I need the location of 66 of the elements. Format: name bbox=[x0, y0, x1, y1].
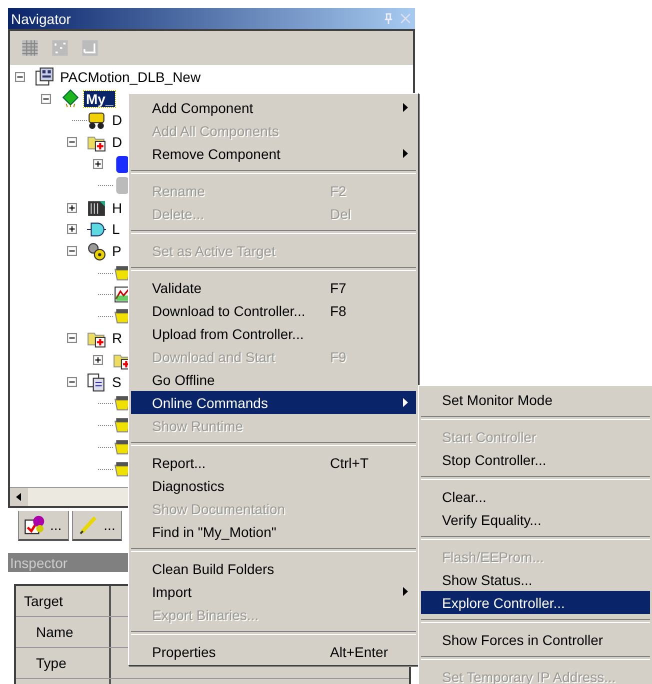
tree-item[interactable]: S bbox=[110, 374, 124, 390]
menu-item[interactable]: Clean Build Folders bbox=[131, 557, 416, 580]
shortcut-label: F7 bbox=[330, 280, 346, 296]
tree-item[interactable]: R bbox=[110, 330, 124, 346]
tree-item[interactable]: PACMotion_DLB_New bbox=[58, 68, 203, 85]
menu-item[interactable]: Remove Component bbox=[131, 142, 416, 165]
menu-item[interactable]: Set Monitor Mode bbox=[421, 388, 650, 411]
device-icon bbox=[87, 110, 106, 130]
menu-item[interactable]: Diagnostics bbox=[131, 474, 416, 497]
collapse-icon[interactable] bbox=[67, 246, 77, 256]
shortcut-label: F2 bbox=[330, 182, 346, 198]
menu-item[interactable]: Show Forces in Controller bbox=[421, 628, 650, 651]
menu-item[interactable]: Report... Ctrl+T bbox=[131, 451, 416, 474]
tree-item[interactable]: My_ bbox=[84, 90, 116, 107]
submenu-arrow-icon bbox=[403, 587, 408, 596]
tree-item[interactable]: H bbox=[110, 200, 124, 216]
menu-item[interactable]: Explore Controller... bbox=[421, 591, 650, 614]
shortcut-label: Del bbox=[330, 206, 352, 222]
pages-icon bbox=[87, 372, 106, 392]
tree-item[interactable]: P bbox=[110, 243, 124, 260]
menu-item[interactable]: Add Component bbox=[131, 96, 416, 119]
menu-item[interactable]: Download to Controller... F8 bbox=[131, 299, 416, 322]
expand-icon[interactable] bbox=[93, 355, 103, 366]
checklist-icon bbox=[24, 514, 46, 536]
collapse-icon[interactable] bbox=[41, 94, 51, 104]
menu-item[interactable]: Online Commands bbox=[131, 391, 416, 414]
tree-item[interactable]: D bbox=[110, 134, 124, 150]
menu-item[interactable]: Go Offline bbox=[131, 368, 416, 391]
gate-icon bbox=[87, 220, 106, 239]
menu-item[interactable]: Import bbox=[131, 580, 416, 603]
tree-item[interactable]: L bbox=[110, 221, 122, 238]
panel-title: Inspector bbox=[10, 554, 68, 570]
diamond-icon bbox=[61, 89, 80, 108]
submenu-arrow-icon bbox=[403, 149, 408, 158]
expand-icon[interactable] bbox=[67, 202, 77, 213]
property-label: Name bbox=[16, 617, 111, 647]
property-label: Target bbox=[16, 586, 111, 616]
scroll-left-icon[interactable] bbox=[10, 488, 28, 506]
tool-tab[interactable]: ... bbox=[72, 511, 122, 541]
menu-item[interactable]: Validate F7 bbox=[131, 276, 416, 299]
shortcut-label: F9 bbox=[330, 348, 346, 364]
menu-item[interactable]: Find in "My_Motion" bbox=[131, 520, 416, 543]
collapse-icon[interactable] bbox=[67, 333, 77, 344]
menu-item[interactable]: Show Status... bbox=[421, 568, 650, 591]
menu-item[interactable]: Upload from Controller... bbox=[131, 322, 416, 345]
panel-title: Navigator bbox=[11, 10, 72, 26]
menu-item[interactable]: Clear... bbox=[421, 485, 650, 508]
submenu-arrow-icon bbox=[403, 103, 408, 112]
collapse-icon[interactable] bbox=[67, 137, 77, 148]
menu-item[interactable]: Properties Alt+Enter bbox=[131, 640, 416, 663]
dots-view-icon[interactable] bbox=[50, 38, 70, 58]
tree-item[interactable]: D bbox=[110, 112, 124, 128]
property-label: Type bbox=[16, 648, 111, 678]
shortcut-label: Ctrl+T bbox=[330, 454, 368, 470]
menu-item[interactable]: Verify Equality... bbox=[421, 508, 650, 531]
shortcut-label: F8 bbox=[330, 302, 346, 318]
gears-icon bbox=[87, 242, 106, 261]
collapse-icon[interactable] bbox=[67, 377, 77, 388]
submenu-arrow-icon bbox=[403, 398, 408, 407]
expand-icon[interactable] bbox=[67, 224, 77, 234]
expand-icon[interactable] bbox=[93, 159, 103, 170]
rack-icon bbox=[87, 198, 106, 218]
menu-item[interactable]: Stop Controller... bbox=[421, 448, 650, 471]
shortcut-label: Alt+Enter bbox=[330, 644, 388, 660]
collapse-icon[interactable] bbox=[15, 72, 25, 82]
tool-tab[interactable]: ... bbox=[18, 511, 69, 541]
